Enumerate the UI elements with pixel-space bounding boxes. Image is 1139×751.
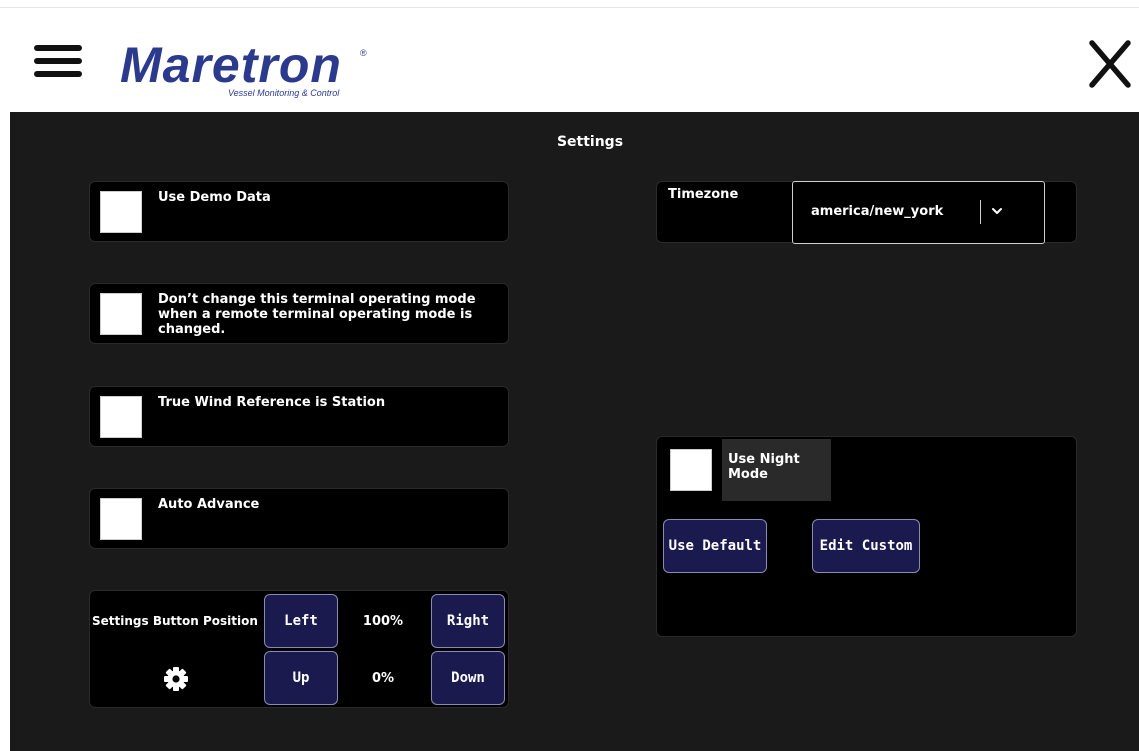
position-right-button[interactable]: Right bbox=[431, 594, 505, 648]
select-separator bbox=[980, 200, 981, 224]
chevron-down-icon bbox=[989, 203, 1005, 219]
true-wind-panel: True Wind Reference is Station bbox=[89, 386, 509, 447]
true-wind-label: True Wind Reference is Station bbox=[158, 395, 386, 410]
page-title: Settings bbox=[556, 134, 624, 150]
demo-data-checkbox[interactable] bbox=[100, 191, 142, 233]
logo-tagline: Vessel Monitoring & Control bbox=[228, 88, 340, 98]
timezone-selected-value: america/new_york bbox=[811, 204, 944, 219]
terminal-mode-label: Don’t change this terminal operating mod… bbox=[158, 292, 476, 337]
night-mode-checkbox[interactable] bbox=[670, 449, 712, 491]
edit-custom-button[interactable]: Edit Custom bbox=[812, 519, 920, 573]
auto-advance-label: Auto Advance bbox=[158, 497, 260, 512]
night-mode-panel: Use Night Mode Use Default Edit Custom bbox=[656, 436, 1077, 637]
position-up-button[interactable]: Up bbox=[264, 651, 338, 705]
night-mode-label: Use Night Mode bbox=[728, 452, 800, 482]
timezone-select[interactable]: america/new_york bbox=[792, 181, 1045, 244]
auto-advance-panel: Auto Advance bbox=[89, 488, 509, 549]
gear-icon bbox=[163, 666, 189, 692]
button-position-panel: Settings Button Position Left 100% Right… bbox=[89, 590, 509, 708]
logo-wordmark: Maretron bbox=[120, 37, 342, 93]
demo-data-panel: Use Demo Data bbox=[89, 181, 509, 242]
demo-data-label: Use Demo Data bbox=[158, 190, 271, 205]
use-default-button[interactable]: Use Default bbox=[663, 519, 767, 573]
terminal-mode-panel: Don’t change this terminal operating mod… bbox=[89, 283, 509, 344]
auto-advance-checkbox[interactable] bbox=[100, 498, 142, 540]
settings-area: Settings Use Demo Data Don’t change this… bbox=[10, 112, 1139, 751]
timezone-panel: Timezone america/new_york bbox=[656, 181, 1077, 244]
app-header: Maretron ® Vessel Monitoring & Control bbox=[0, 8, 1139, 112]
horizontal-position-value: 100% bbox=[362, 614, 404, 629]
logo-registered-mark: ® bbox=[360, 48, 367, 58]
close-x-icon[interactable] bbox=[1087, 38, 1133, 90]
true-wind-checkbox[interactable] bbox=[100, 396, 142, 438]
position-left-button[interactable]: Left bbox=[264, 594, 338, 648]
vertical-position-value: 0% bbox=[371, 671, 395, 686]
button-position-label: Settings Button Position bbox=[92, 614, 258, 628]
position-down-button[interactable]: Down bbox=[431, 651, 505, 705]
night-mode-label-box: Use Night Mode bbox=[722, 439, 831, 501]
timezone-label: Timezone bbox=[668, 187, 739, 202]
maretron-logo: Maretron ® Vessel Monitoring & Control bbox=[120, 36, 380, 102]
hamburger-menu-icon[interactable] bbox=[34, 39, 82, 83]
terminal-mode-checkbox[interactable] bbox=[100, 293, 142, 335]
